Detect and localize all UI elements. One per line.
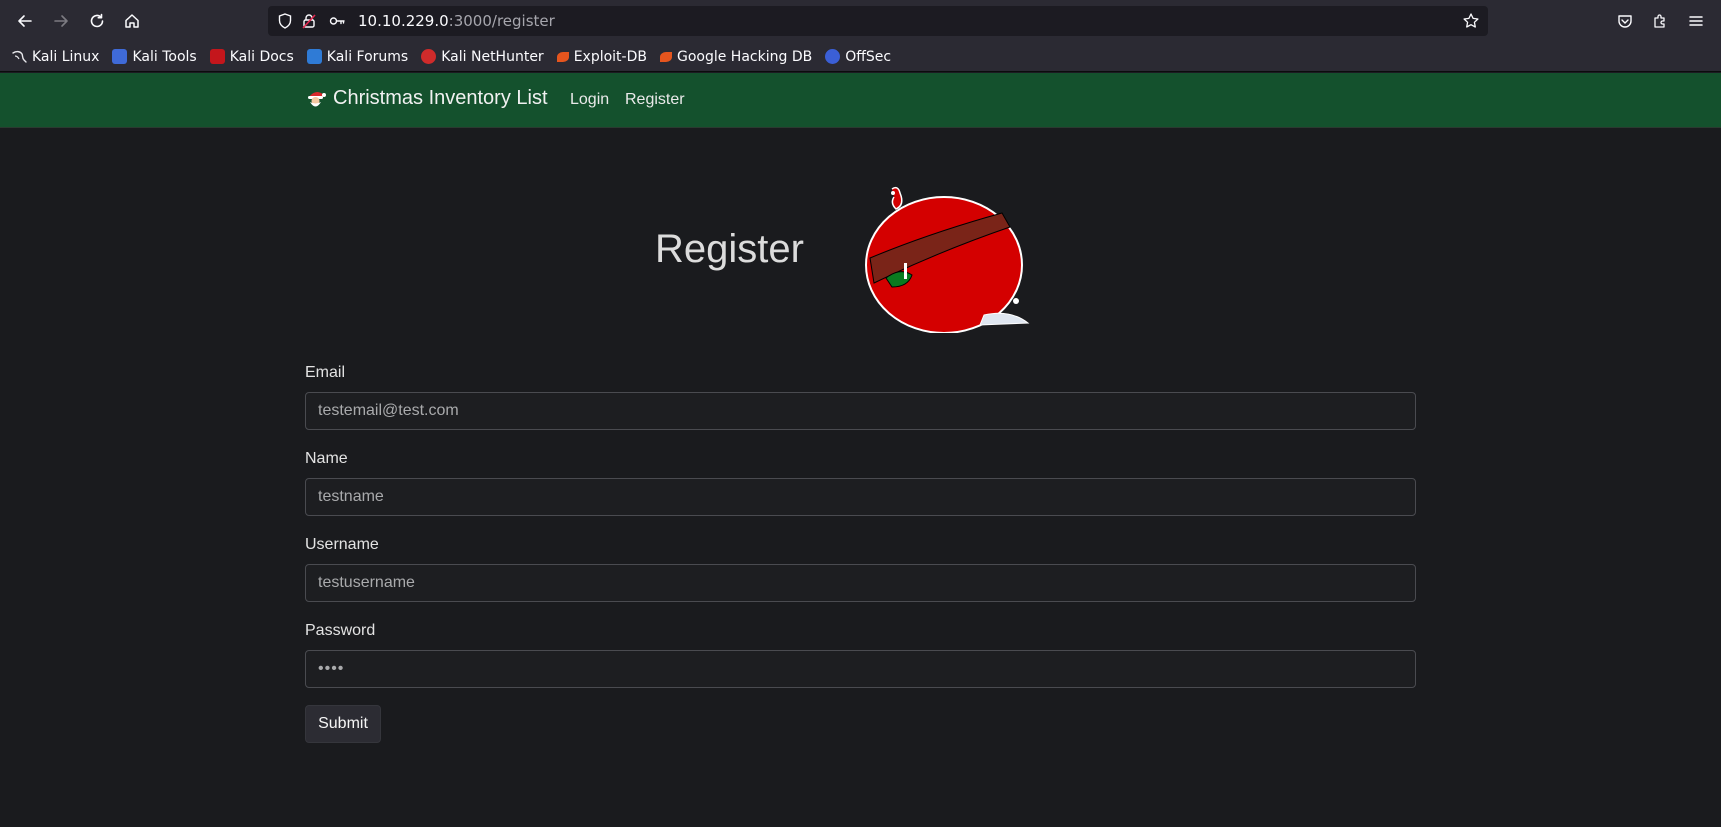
bookmark-item[interactable]: Kali Linux: [12, 49, 99, 65]
password-label: Password: [305, 622, 376, 639]
browser-toolbar: 10.10.229.0:3000/register: [0, 0, 1721, 42]
reload-button[interactable]: [82, 6, 112, 36]
page-content: Christmas Inventory List Login Register …: [0, 73, 1721, 827]
email-field[interactable]: testemail@test.com: [305, 392, 1416, 430]
kali-forums-icon: [306, 49, 322, 64]
bookmark-item[interactable]: Kali Tools: [112, 48, 197, 65]
site-brand[interactable]: Christmas Inventory List: [305, 87, 548, 110]
forward-arrow-icon: [54, 15, 68, 27]
back-button[interactable]: [10, 6, 40, 36]
ghdb-icon: [659, 51, 672, 62]
submit-button[interactable]: Submit: [305, 705, 381, 743]
bookmark-item[interactable]: Google Hacking DB: [659, 48, 813, 65]
bookmark-label: Exploit-DB: [573, 48, 647, 65]
brand-text: Christmas Inventory List: [333, 87, 548, 109]
exploit-db-icon: [556, 51, 569, 62]
extensions-button[interactable]: [1645, 6, 1675, 36]
url-bar[interactable]: 10.10.229.0:3000/register: [268, 6, 1488, 36]
username-field[interactable]: testusername: [305, 564, 1416, 602]
bookmark-item[interactable]: Kali NetHunter: [421, 48, 544, 65]
kali-docs-icon: [209, 49, 225, 64]
bookmark-label: Kali Linux: [32, 48, 100, 65]
bookmark-label: Google Hacking DB: [676, 48, 813, 65]
email-label: Email: [305, 364, 346, 381]
home-icon: [125, 14, 139, 28]
bookmark-item[interactable]: OffSec: [825, 49, 891, 65]
password-field[interactable]: ••••: [305, 650, 1416, 688]
insecure-lock-icon[interactable]: [300, 12, 318, 30]
santa-icon: [308, 91, 326, 106]
key-icon[interactable]: [328, 12, 346, 30]
url-host: 10.10.229.0: [358, 12, 449, 30]
bookmark-item[interactable]: Kali Docs: [209, 48, 294, 65]
url-path: :3000/register: [448, 12, 555, 30]
bookmark-label: Kali Tools: [132, 48, 197, 65]
site-navbar: Christmas Inventory List Login Register: [0, 73, 1721, 128]
puzzle-icon: [1654, 14, 1665, 28]
name-label: Name: [305, 450, 348, 467]
name-field[interactable]: testname: [305, 478, 1416, 516]
bookmark-item[interactable]: Kali Forums: [306, 48, 409, 65]
home-button[interactable]: [117, 6, 147, 36]
reload-icon: [90, 13, 104, 28]
url-text[interactable]: 10.10.229.0:3000/register: [358, 12, 555, 30]
santa-sack-image: [865, 186, 1030, 333]
kali-dragon-icon: [12, 49, 27, 64]
bookmark-label: Kali Forums: [326, 48, 409, 65]
bookmarks-bar: Kali Linux Kali Tools Kali Docs Kali For…: [0, 42, 1721, 72]
hamburger-menu-icon: [1689, 16, 1703, 26]
back-arrow-icon: [18, 15, 32, 27]
username-label: Username: [305, 536, 379, 553]
nav-register-link[interactable]: Register: [625, 91, 685, 109]
page-title: Register: [655, 227, 804, 271]
bookmark-label: Kali Docs: [229, 48, 294, 65]
bookmark-item[interactable]: Exploit-DB: [556, 48, 647, 65]
forward-button[interactable]: [46, 6, 76, 36]
shield-icon[interactable]: [276, 12, 294, 30]
bookmark-star-icon[interactable]: [1462, 12, 1480, 30]
kali-nethunter-icon: [421, 49, 437, 64]
pocket-button[interactable]: [1610, 6, 1640, 36]
nav-login-link[interactable]: Login: [570, 91, 609, 109]
bookmark-label: Kali NetHunter: [441, 48, 544, 65]
menu-button[interactable]: [1681, 6, 1711, 36]
pocket-icon: [1618, 15, 1632, 28]
kali-tools-icon: [112, 49, 128, 64]
offsec-icon: [825, 49, 841, 64]
bookmark-label: OffSec: [845, 48, 892, 65]
